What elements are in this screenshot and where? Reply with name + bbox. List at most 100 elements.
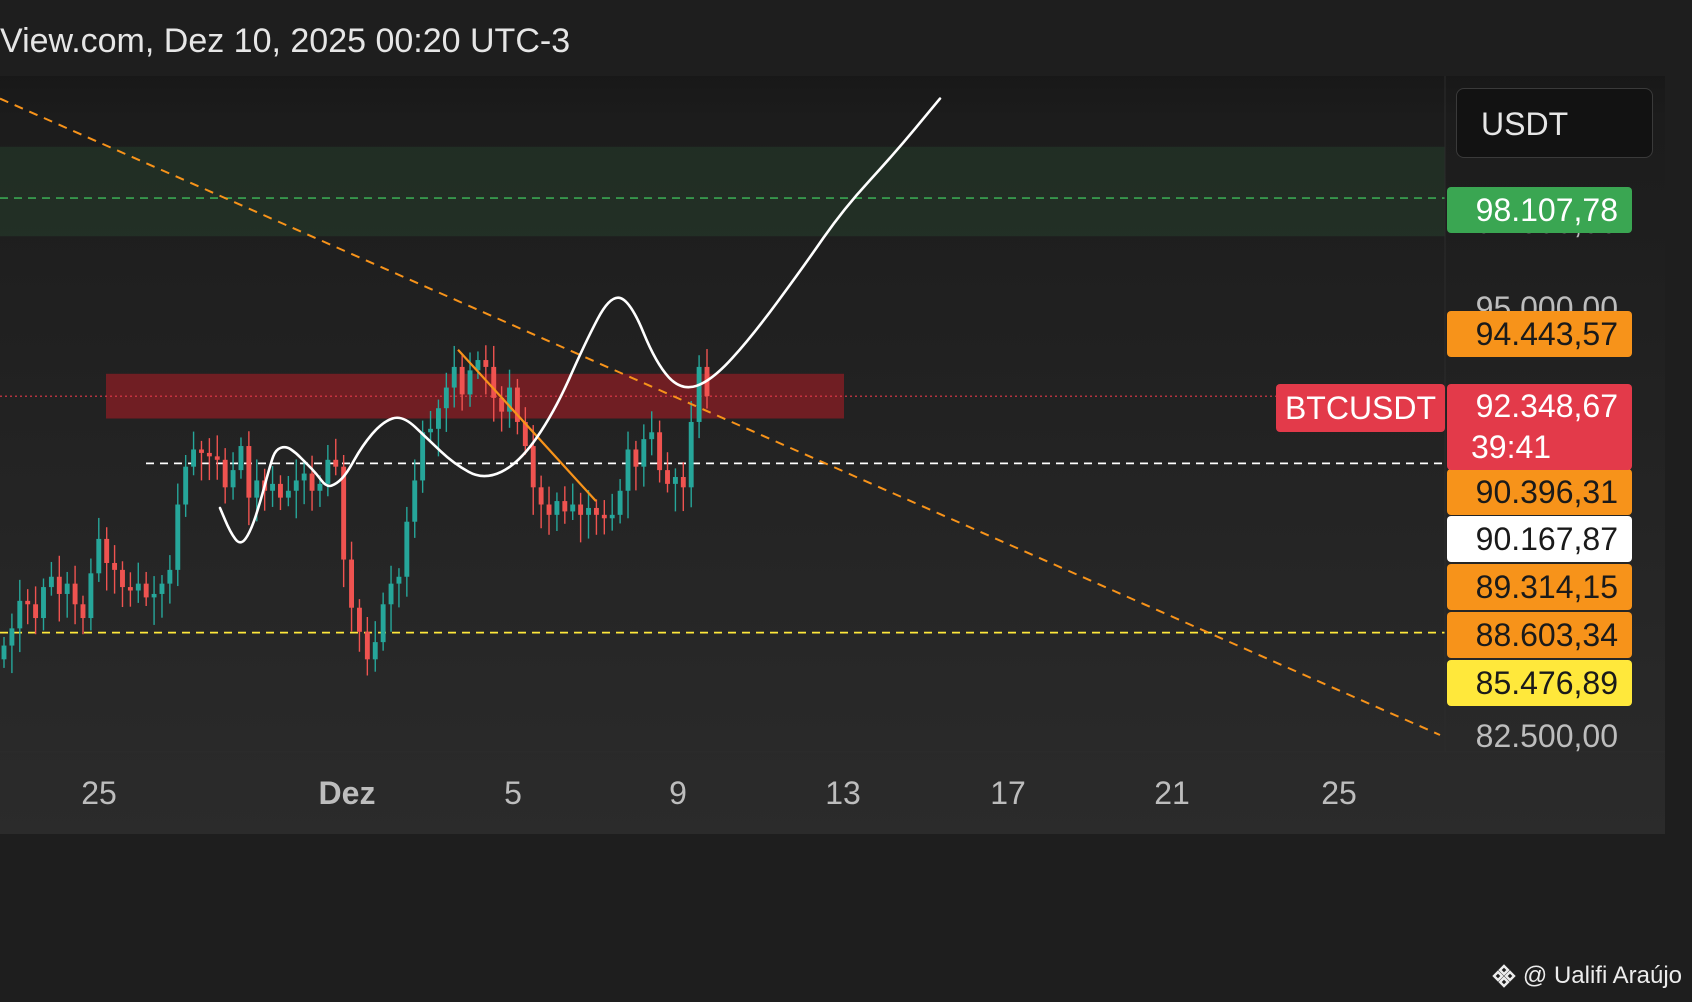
time-tick-9: 9 xyxy=(669,775,687,811)
candle-body xyxy=(483,360,489,367)
candle-body xyxy=(435,408,441,429)
watermark: @ Ualifi Araújo xyxy=(1491,962,1682,990)
time-tick-5: 5 xyxy=(504,775,522,811)
candle-body xyxy=(609,514,615,519)
candle-body xyxy=(96,538,102,574)
candle-body xyxy=(56,576,62,594)
candle-body xyxy=(633,449,639,467)
axis-price-82500: 82.500,00 xyxy=(1475,718,1618,754)
symbol-tag: BTCUSDT xyxy=(1276,384,1445,432)
candle-body xyxy=(428,428,433,433)
candle-body xyxy=(278,483,283,498)
price-label-90167: 90.167,87 xyxy=(1447,516,1632,562)
candle-body xyxy=(325,459,331,484)
resistance-zone xyxy=(0,146,1445,237)
candle-body xyxy=(412,480,418,522)
candle-body xyxy=(593,507,599,515)
candle-body xyxy=(657,432,663,471)
candle-body xyxy=(649,432,655,440)
last-price-label: 92.348,67 39:41 xyxy=(1447,384,1632,470)
candle-body xyxy=(1,645,7,660)
candle-body xyxy=(554,501,560,515)
currency-selector[interactable]: USDT xyxy=(1456,88,1653,158)
candle-body xyxy=(104,538,110,563)
zones-layer xyxy=(0,146,1445,419)
candle-body xyxy=(420,432,426,481)
candle-body xyxy=(443,387,449,409)
candle-body xyxy=(293,480,299,491)
price-label-88603: 88.603,34 xyxy=(1447,612,1632,658)
candle-body xyxy=(143,583,149,598)
candle-body xyxy=(562,501,568,512)
price-label-94443: 94.443,57 xyxy=(1447,311,1632,357)
candle-body xyxy=(159,583,165,594)
candle-body xyxy=(175,504,181,570)
candle-body xyxy=(341,466,347,560)
candle-body xyxy=(285,490,291,498)
candle-body xyxy=(112,563,118,570)
candle-body xyxy=(665,470,670,484)
candle-body xyxy=(191,449,197,467)
candle-body xyxy=(48,576,54,588)
candle-body xyxy=(396,576,402,584)
candle-body xyxy=(467,370,473,395)
candle-body xyxy=(199,449,204,453)
candle-body xyxy=(64,583,70,594)
candle-countdown: 39:41 xyxy=(1471,429,1552,465)
candle-body xyxy=(491,366,497,398)
candle-body xyxy=(214,456,220,460)
last-price-value: 92.348,67 xyxy=(1475,388,1618,424)
candle-body xyxy=(301,473,307,481)
short-trendline xyxy=(457,348,597,502)
candle-body xyxy=(688,421,694,488)
candle-body xyxy=(88,573,94,619)
candle-body xyxy=(206,452,212,457)
candle-body xyxy=(333,459,339,467)
candle-body xyxy=(309,473,315,491)
price-label-98107: 98.107,78 xyxy=(1447,187,1632,233)
candle-body xyxy=(680,477,686,488)
candle-body xyxy=(238,446,244,471)
candle-body xyxy=(364,631,370,660)
price-label-90396: 90.396,31 xyxy=(1447,469,1632,515)
time-tick-17: 17 xyxy=(990,775,1026,811)
candle-body xyxy=(167,569,173,584)
time-tick-21: 21 xyxy=(1154,775,1190,811)
candle-body xyxy=(357,607,362,632)
candle-body xyxy=(372,642,378,660)
candle-body xyxy=(230,470,236,488)
candle-body xyxy=(222,459,228,488)
time-tick-25-nov: 25 xyxy=(81,775,117,811)
candle-body xyxy=(41,587,46,619)
candle-body xyxy=(183,466,189,505)
candle-body xyxy=(135,583,141,591)
candle-body xyxy=(388,583,394,605)
candle-body xyxy=(9,628,15,646)
binance-diamond-icon xyxy=(1492,964,1516,988)
candle-body xyxy=(270,483,276,491)
candle-body xyxy=(80,604,86,619)
price-label-89314: 89.314,15 xyxy=(1447,564,1632,610)
candle-body xyxy=(25,600,31,605)
candle-body xyxy=(672,477,678,484)
candle-body xyxy=(617,490,623,515)
candle-body xyxy=(33,604,39,619)
watermark-author: @ Ualifi Araújo xyxy=(1522,962,1682,989)
candle-body xyxy=(546,504,552,515)
candle-body xyxy=(72,583,78,605)
candle-body xyxy=(254,480,260,498)
candle-body xyxy=(625,449,631,491)
candle-body xyxy=(538,487,544,505)
time-tick-13: 13 xyxy=(825,775,861,811)
candle-body xyxy=(17,600,23,629)
candle-body xyxy=(578,504,584,515)
candle-body xyxy=(530,446,536,488)
candle-body xyxy=(246,446,252,498)
chart-header: View.com, Dez 10, 2025 00:20 UTC-3 xyxy=(0,0,1692,76)
candle-body xyxy=(570,504,576,512)
candle-body xyxy=(459,366,465,395)
candle-body xyxy=(317,483,323,491)
candle-body xyxy=(349,559,354,608)
candle-body xyxy=(120,569,125,588)
candle-body xyxy=(151,593,157,598)
